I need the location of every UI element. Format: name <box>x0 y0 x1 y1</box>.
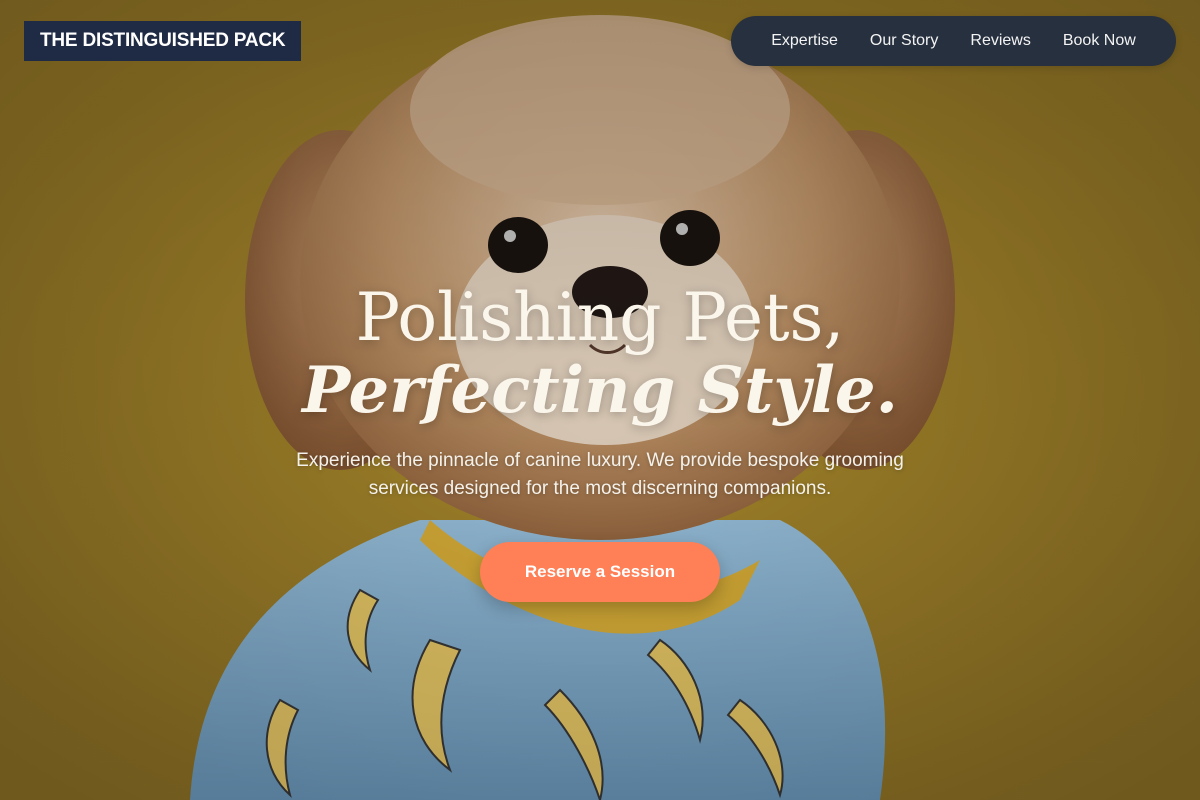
hero-headline-line1: Polishing Pets, <box>355 279 845 356</box>
hero-headline: Polishing Pets, Perfecting Style. <box>0 280 1200 426</box>
hero-headline-line2: Perfecting Style. <box>302 353 898 428</box>
main-navigation: Expertise Our Story Reviews Book Now <box>731 16 1176 66</box>
hero-subtitle: Experience the pinnacle of canine luxury… <box>296 450 904 499</box>
nav-link-reviews[interactable]: Reviews <box>970 32 1030 50</box>
nav-link-book-now[interactable]: Book Now <box>1063 32 1136 50</box>
reserve-session-button[interactable]: Reserve a Session <box>480 542 720 602</box>
brand-logo[interactable]: THE DISTINGUISHED PACK <box>24 21 302 61</box>
nav-link-our-story[interactable]: Our Story <box>870 32 938 50</box>
nav-link-expertise[interactable]: Expertise <box>771 32 838 50</box>
